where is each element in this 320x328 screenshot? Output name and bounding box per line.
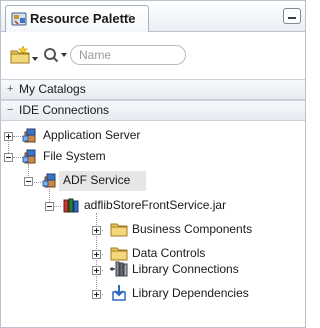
tree-node-business-components[interactable]: Business Components: [1, 221, 305, 239]
collapse-icon[interactable]: [24, 177, 33, 186]
tree-node-adf-service[interactable]: ADF Service: [1, 172, 305, 190]
tree-node-jar[interactable]: adflibStoreFrontService.jar: [1, 197, 305, 215]
expand-icon[interactable]: [92, 226, 101, 235]
collapse-icon[interactable]: [45, 202, 54, 211]
minimize-button[interactable]: [283, 8, 301, 24]
my-catalogs-label: My Catalogs: [19, 82, 86, 96]
application-server-label: Application Server: [43, 128, 141, 142]
ide-connections-header[interactable]: − IDE Connections: [1, 100, 305, 121]
file-system-icon: [22, 148, 38, 164]
ide-connections-label: IDE Connections: [19, 103, 110, 117]
collapse-icon[interactable]: −: [7, 105, 15, 116]
library-connections-icon: [110, 261, 128, 277]
panel-titlebar: Resource Palette ×: [1, 1, 305, 32]
jar-library-icon: [63, 197, 79, 213]
library-dependencies-icon: [110, 285, 126, 301]
new-folder-icon[interactable]: [9, 45, 31, 64]
library-connections-label: Library Connections: [132, 262, 239, 276]
collapse-icon[interactable]: [4, 153, 13, 162]
expand-icon[interactable]: [92, 290, 101, 299]
expand-icon[interactable]: [92, 266, 101, 275]
search-input[interactable]: [70, 45, 186, 65]
folder-icon: [110, 245, 128, 261]
file-system-label: File System: [43, 149, 106, 163]
panel-title: Resource Palette: [30, 11, 136, 26]
tree-node-library-dependencies[interactable]: Library Dependencies: [1, 285, 305, 303]
resource-palette-tab[interactable]: Resource Palette ×: [5, 5, 149, 32]
close-icon[interactable]: ×: [125, 11, 131, 23]
resource-palette-icon: [11, 11, 27, 27]
chevron-down-icon[interactable]: [32, 51, 38, 61]
tree-node-application-server[interactable]: Application Server: [1, 127, 305, 145]
tree-node-library-connections[interactable]: Library Connections: [1, 261, 305, 279]
toolbar: [1, 32, 305, 72]
expand-icon[interactable]: [92, 250, 101, 259]
folder-icon: [110, 221, 128, 237]
resource-palette-panel: Resource Palette × + My Catalogs: [0, 0, 306, 328]
data-controls-label: Data Controls: [132, 246, 206, 260]
tree-node-file-system[interactable]: File System: [1, 148, 305, 166]
my-catalogs-header[interactable]: + My Catalogs: [1, 79, 305, 100]
library-dependencies-label: Library Dependencies: [132, 286, 249, 300]
jar-label: adflibStoreFrontService.jar: [84, 198, 227, 212]
adf-service-icon: [42, 172, 58, 188]
business-components-label: Business Components: [132, 222, 253, 236]
search-icon[interactable]: [42, 46, 68, 64]
expand-icon[interactable]: +: [7, 84, 15, 95]
adf-service-label: ADF Service: [63, 173, 131, 187]
application-server-icon: [22, 127, 38, 143]
expand-icon[interactable]: [4, 132, 13, 141]
